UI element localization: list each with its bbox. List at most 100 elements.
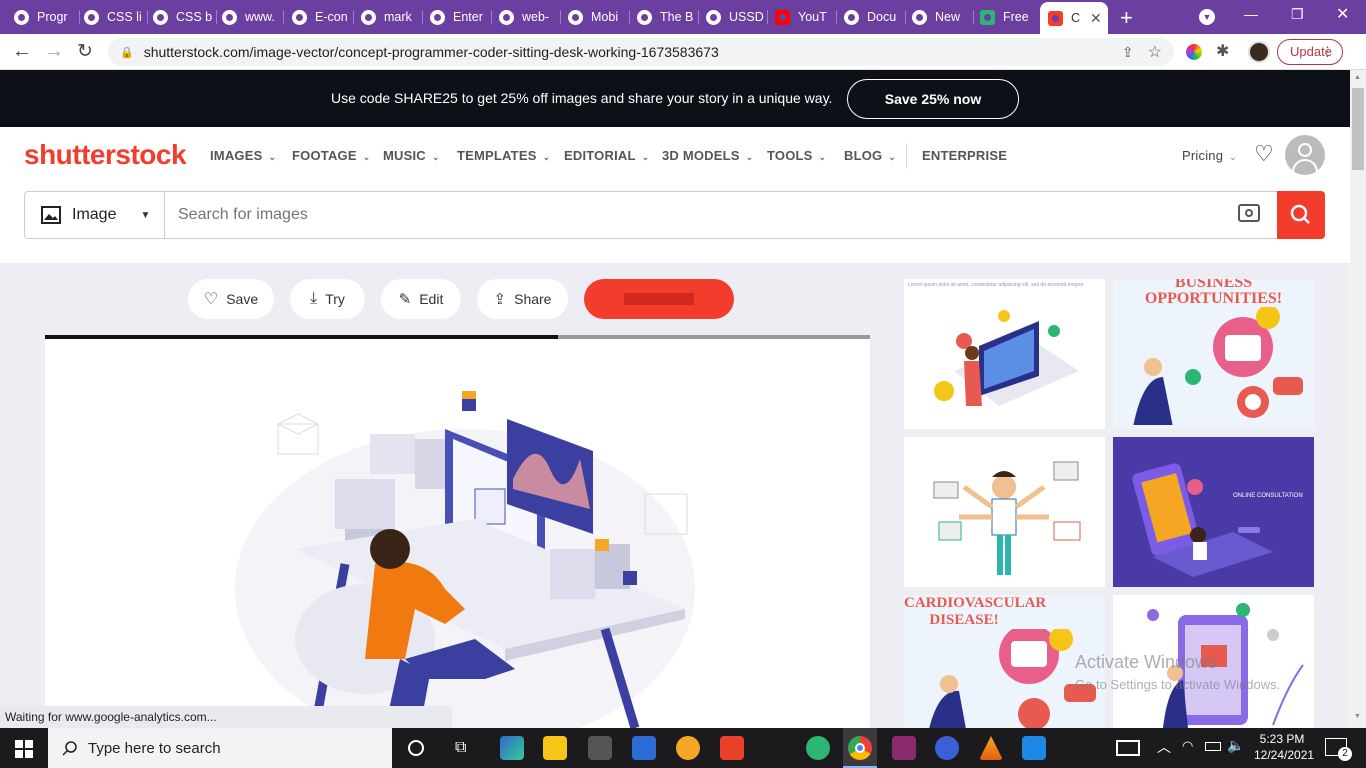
shutterstock-logo[interactable]: shutterstock bbox=[24, 139, 187, 171]
globe-icon bbox=[222, 9, 237, 25]
forward-icon[interactable]: → bbox=[44, 40, 64, 63]
browser-tab[interactable]: Progr bbox=[14, 4, 80, 30]
new-tab-icon[interactable]: + bbox=[1120, 5, 1133, 31]
wps-office-icon[interactable] bbox=[720, 736, 744, 760]
page-scrollbar[interactable]: ▲ ▼ bbox=[1350, 70, 1366, 728]
search-button[interactable] bbox=[1277, 191, 1325, 239]
profile-avatar[interactable] bbox=[1248, 41, 1270, 63]
related-image-thumbnail[interactable]: Lorem ipsum dolor sit amet, consectetur … bbox=[904, 279, 1105, 429]
globe-icon bbox=[706, 9, 721, 25]
user-avatar[interactable] bbox=[1285, 135, 1325, 175]
close-window-icon[interactable]: ✕ bbox=[1336, 4, 1349, 24]
related-image-thumbnail[interactable] bbox=[904, 437, 1105, 587]
nav-enterprise[interactable]: ENTERPRISE bbox=[922, 148, 1007, 163]
vscode-icon[interactable] bbox=[1022, 736, 1046, 760]
edge-icon[interactable] bbox=[500, 736, 524, 760]
address-bar[interactable]: 🔒 shutterstock.com/image-vector/concept-… bbox=[108, 38, 1174, 66]
keyboard-tray-icon[interactable] bbox=[1116, 740, 1140, 756]
scrollbar-thumb[interactable] bbox=[1352, 88, 1364, 170]
browser-tab[interactable]: www. bbox=[222, 4, 284, 30]
browser-tab[interactable]: Enter bbox=[430, 4, 492, 30]
browser-tab[interactable]: web- bbox=[499, 4, 561, 30]
share-page-icon[interactable]: ⇪ bbox=[1122, 44, 1134, 61]
camera-search-icon[interactable] bbox=[1238, 204, 1260, 222]
globe-icon bbox=[430, 9, 445, 25]
chrome-taskbar-active[interactable] bbox=[843, 728, 877, 768]
browser-tab[interactable]: Free bbox=[980, 4, 1038, 30]
color-extension-icon[interactable] bbox=[1186, 44, 1202, 60]
update-button[interactable]: Update ⋮ bbox=[1277, 39, 1343, 65]
mail-icon[interactable] bbox=[632, 736, 656, 760]
save-button[interactable]: ♡ Save bbox=[188, 279, 274, 319]
nav-footage[interactable]: FOOTAGE ⌄ bbox=[292, 148, 370, 163]
taskbar-search-box[interactable]: Type here to search bbox=[48, 728, 392, 768]
browser-tab[interactable]: E-con bbox=[292, 4, 354, 30]
close-tab-icon[interactable]: ✕ bbox=[1090, 10, 1102, 27]
try-button[interactable]: ⤓ Try bbox=[290, 279, 365, 319]
scroll-up-icon[interactable]: ▲ bbox=[1354, 74, 1361, 81]
pricing-menu[interactable]: Pricing ⌄ bbox=[1182, 148, 1237, 163]
status-bubble: Waiting for www.google-analytics.com... bbox=[0, 706, 452, 728]
edit-button[interactable]: ✎ Edit bbox=[381, 279, 461, 319]
browser-tab[interactable]: YouT bbox=[775, 4, 837, 30]
reload-icon[interactable]: ↻ bbox=[77, 40, 93, 63]
browser-tab[interactable]: CSS li bbox=[84, 4, 148, 30]
battery-icon[interactable] bbox=[1205, 742, 1221, 751]
save-25-button[interactable]: Save 25% now bbox=[847, 79, 1019, 119]
wifi-icon[interactable]: ◠ bbox=[1182, 738, 1193, 754]
nav-templates[interactable]: TEMPLATES ⌄ bbox=[457, 148, 550, 163]
browser-tab[interactable]: Docu bbox=[844, 4, 906, 30]
back-icon[interactable]: ← bbox=[12, 40, 32, 63]
store-icon[interactable] bbox=[588, 736, 612, 760]
extensions-puzzle-icon[interactable]: ✱ bbox=[1216, 41, 1229, 61]
windows-start-icon[interactable] bbox=[15, 740, 33, 758]
download-button[interactable] bbox=[584, 279, 734, 319]
app-c-icon[interactable] bbox=[935, 736, 959, 760]
app-icon[interactable] bbox=[676, 736, 700, 760]
restore-icon[interactable]: ❐ bbox=[1291, 6, 1304, 23]
share-icon: ⇪ bbox=[493, 291, 507, 308]
related-image-thumbnail[interactable]: ONLINE CONSULTATION bbox=[1113, 437, 1314, 587]
cortana-icon[interactable] bbox=[408, 740, 424, 756]
globe-icon bbox=[292, 9, 307, 25]
nav-music[interactable]: MUSIC ⌄ bbox=[383, 148, 440, 163]
business-illustration bbox=[1133, 305, 1303, 427]
whatsapp-icon[interactable] bbox=[806, 736, 830, 760]
browser-tab[interactable]: USSD bbox=[706, 4, 768, 30]
volume-icon[interactable]: 🔈 bbox=[1227, 737, 1244, 754]
nav-images[interactable]: IMAGES ⌄ bbox=[210, 148, 276, 163]
file-explorer-icon[interactable] bbox=[543, 736, 567, 760]
activate-windows-title: Activate Windows bbox=[1075, 652, 1218, 672]
tab-search-icon[interactable]: ▼ bbox=[1199, 9, 1215, 25]
nav-blog[interactable]: BLOG ⌄ bbox=[844, 148, 896, 163]
browser-tab[interactable]: The B bbox=[637, 4, 699, 30]
browser-tab[interactable]: CSS b bbox=[153, 4, 217, 30]
bookmark-star-icon[interactable]: ☆ bbox=[1148, 42, 1162, 62]
chevron-down-icon: ⌄ bbox=[641, 152, 650, 162]
browser-tab[interactable]: Mobi bbox=[568, 4, 630, 30]
clock[interactable]: 5:23 PM 12/24/2021 bbox=[1254, 731, 1314, 763]
related-image-thumbnail[interactable]: BUSINESS OPPORTUNITIES! bbox=[1113, 279, 1314, 429]
browser-tab-active[interactable]: C ✕ bbox=[1040, 2, 1108, 34]
browser-tab[interactable]: New bbox=[912, 4, 974, 30]
edit-wand-icon: ✎ bbox=[398, 291, 412, 308]
nav-tools[interactable]: TOOLS ⌄ bbox=[767, 148, 826, 163]
search-type-select[interactable]: Image ▼ bbox=[25, 192, 165, 238]
minimize-icon[interactable]: — bbox=[1244, 6, 1258, 22]
notification-center-icon[interactable]: 2 bbox=[1325, 738, 1352, 761]
nav-3d-models[interactable]: 3D MODELS ⌄ bbox=[662, 148, 753, 163]
winrar-icon[interactable] bbox=[892, 736, 916, 760]
load-progress bbox=[45, 335, 558, 339]
chevron-down-icon: ⌄ bbox=[542, 152, 551, 162]
favorites-heart-icon[interactable]: ♡ bbox=[1254, 141, 1274, 167]
image-preview[interactable] bbox=[45, 335, 870, 749]
nav-editorial[interactable]: EDITORIAL ⌄ bbox=[564, 148, 649, 163]
search-input[interactable] bbox=[170, 196, 1220, 234]
d-logo-icon bbox=[980, 9, 995, 25]
chevron-down-icon: ⌄ bbox=[1229, 152, 1237, 162]
browser-tab[interactable]: mark bbox=[361, 4, 423, 30]
tray-chevron-up-icon[interactable]: ︿ bbox=[1157, 737, 1171, 757]
share-button[interactable]: ⇪ Share bbox=[477, 279, 568, 319]
task-view-icon[interactable]: ⧉ bbox=[455, 739, 466, 757]
scroll-down-icon[interactable]: ▼ bbox=[1354, 713, 1361, 720]
